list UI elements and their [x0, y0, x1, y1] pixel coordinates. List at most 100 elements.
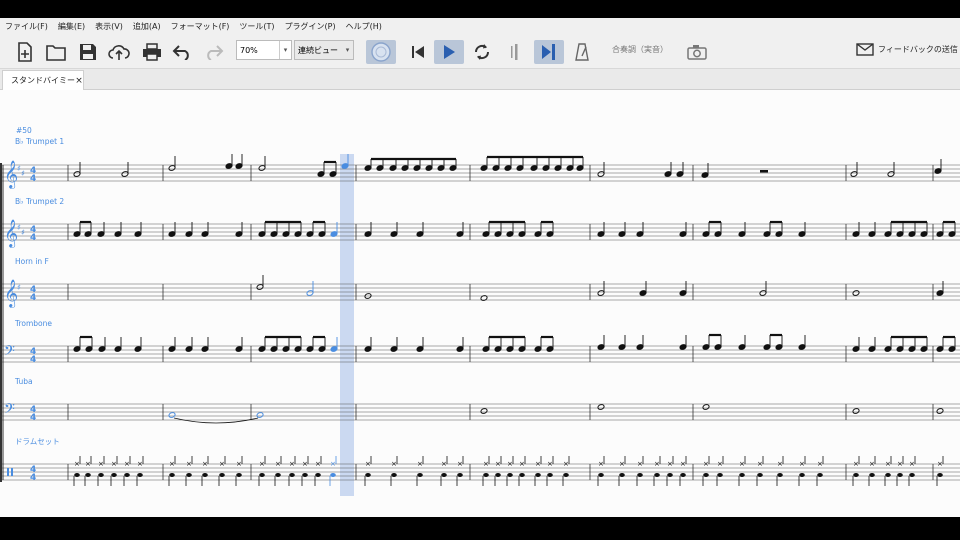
drum-hit[interactable]: × [852, 456, 860, 486]
drum-hit[interactable]: × [562, 456, 570, 486]
note[interactable] [306, 281, 314, 296]
note[interactable] [948, 337, 956, 352]
drum-hit[interactable]: × [329, 456, 337, 486]
drum-hit[interactable]: × [597, 456, 605, 486]
score-canvas[interactable]: × × × × × × × × × × × × × × × × × × × × × × × × × × × × × × × × × × × × × × × ×… [0, 90, 960, 517]
note[interactable] [850, 162, 858, 177]
note[interactable] [542, 157, 550, 171]
drum-hit[interactable]: × [364, 456, 372, 486]
note[interactable] [775, 335, 783, 350]
note[interactable] [258, 337, 266, 352]
note[interactable] [114, 337, 122, 352]
note[interactable] [235, 154, 243, 169]
instrument-name-trumpet-2[interactable]: B♭ Trumpet 2 [15, 197, 64, 206]
drum-hit[interactable]: × [494, 456, 502, 486]
menu-view[interactable]: 表示(V) [90, 21, 128, 32]
note[interactable] [85, 337, 93, 352]
drum-hit[interactable]: × [653, 456, 661, 486]
note[interactable] [920, 337, 928, 352]
note[interactable] [494, 337, 502, 352]
drum-hit[interactable]: × [390, 456, 398, 486]
drum-hit[interactable]: × [288, 456, 296, 486]
redo-button[interactable] [202, 40, 226, 64]
drum-hit[interactable]: × [702, 456, 710, 486]
note[interactable] [416, 337, 424, 352]
menu-plugins[interactable]: プラグイン(P) [280, 21, 341, 32]
note[interactable] [798, 335, 806, 350]
pan-score-button[interactable] [534, 40, 564, 64]
note[interactable] [235, 337, 243, 352]
note[interactable] [317, 162, 325, 177]
note[interactable] [306, 337, 314, 352]
drum-hit[interactable]: × [506, 456, 514, 486]
note[interactable] [506, 337, 514, 352]
note[interactable] [482, 337, 490, 352]
note[interactable] [121, 162, 129, 177]
drum-hit[interactable]: × [456, 456, 464, 486]
note[interactable] [318, 337, 326, 352]
view-mode-select[interactable]: 連続ビュー ▾ [294, 40, 354, 60]
feedback-button[interactable]: フィードバックの送信 [856, 43, 958, 56]
zoom-select[interactable]: 70% ▾ [236, 40, 292, 60]
note[interactable] [936, 337, 944, 352]
drum-hit[interactable]: × [482, 456, 490, 486]
note[interactable] [185, 337, 193, 352]
drum-hit[interactable]: × [776, 456, 784, 486]
drum-hit[interactable]: × [84, 456, 92, 486]
note[interactable] [201, 337, 209, 352]
concert-pitch-toggle[interactable]: 合奏調（実音） [612, 44, 668, 55]
score-sheet[interactable]: × × × × × × × × × × × × × × × × × × × × × × × × × × × × × × × × × × × × × × × ×… [0, 90, 960, 517]
note[interactable] [597, 162, 605, 177]
image-capture-button[interactable] [684, 40, 710, 64]
note[interactable] [759, 281, 767, 296]
drum-hit[interactable]: × [756, 456, 764, 486]
drum-hit[interactable]: × [636, 456, 644, 486]
note[interactable] [294, 337, 302, 352]
note[interactable] [73, 337, 81, 352]
note[interactable] [168, 337, 176, 352]
drum-hit[interactable]: × [908, 456, 916, 486]
undo-button[interactable] [170, 40, 194, 64]
note[interactable] [134, 337, 142, 352]
drum-hit[interactable]: × [868, 456, 876, 486]
save-button[interactable] [76, 40, 100, 64]
drum-hit[interactable]: × [185, 456, 193, 486]
instrument-name-trumpet-1[interactable]: B♭ Trumpet 1 [15, 137, 64, 146]
menu-add[interactable]: 追加(A) [128, 21, 166, 32]
drum-hit[interactable]: × [274, 456, 282, 486]
note[interactable] [566, 157, 574, 171]
drum-hit[interactable]: × [896, 456, 904, 486]
note[interactable] [504, 157, 512, 171]
drum-hit[interactable]: × [884, 456, 892, 486]
loop-button[interactable] [470, 40, 494, 64]
note[interactable] [702, 335, 710, 350]
drum-hit[interactable]: × [546, 456, 554, 486]
note[interactable] [330, 337, 338, 352]
close-tab-icon[interactable]: × [75, 76, 83, 86]
menu-help[interactable]: ヘルプ(H) [341, 21, 387, 32]
note[interactable] [664, 162, 672, 177]
note[interactable] [530, 157, 538, 171]
note[interactable] [270, 337, 278, 352]
note[interactable] [256, 412, 264, 419]
note[interactable] [618, 335, 626, 350]
note[interactable] [908, 337, 916, 352]
note[interactable] [887, 162, 895, 177]
note[interactable] [456, 337, 464, 352]
midi-input-button[interactable] [366, 40, 396, 64]
note[interactable] [702, 404, 710, 411]
drum-hit[interactable]: × [110, 456, 118, 486]
note[interactable] [884, 337, 892, 352]
drum-hit[interactable]: × [798, 456, 806, 486]
drum-hit[interactable]: × [136, 456, 144, 486]
note[interactable] [364, 337, 372, 352]
metronome-button[interactable] [572, 40, 592, 64]
note[interactable] [492, 157, 500, 171]
note[interactable] [516, 157, 524, 171]
note[interactable] [852, 408, 860, 415]
drum-hit[interactable]: × [679, 456, 687, 486]
note[interactable] [852, 337, 860, 352]
repeat-playback-button[interactable] [506, 40, 524, 64]
note[interactable] [534, 337, 542, 352]
drum-hit[interactable]: × [314, 456, 322, 486]
